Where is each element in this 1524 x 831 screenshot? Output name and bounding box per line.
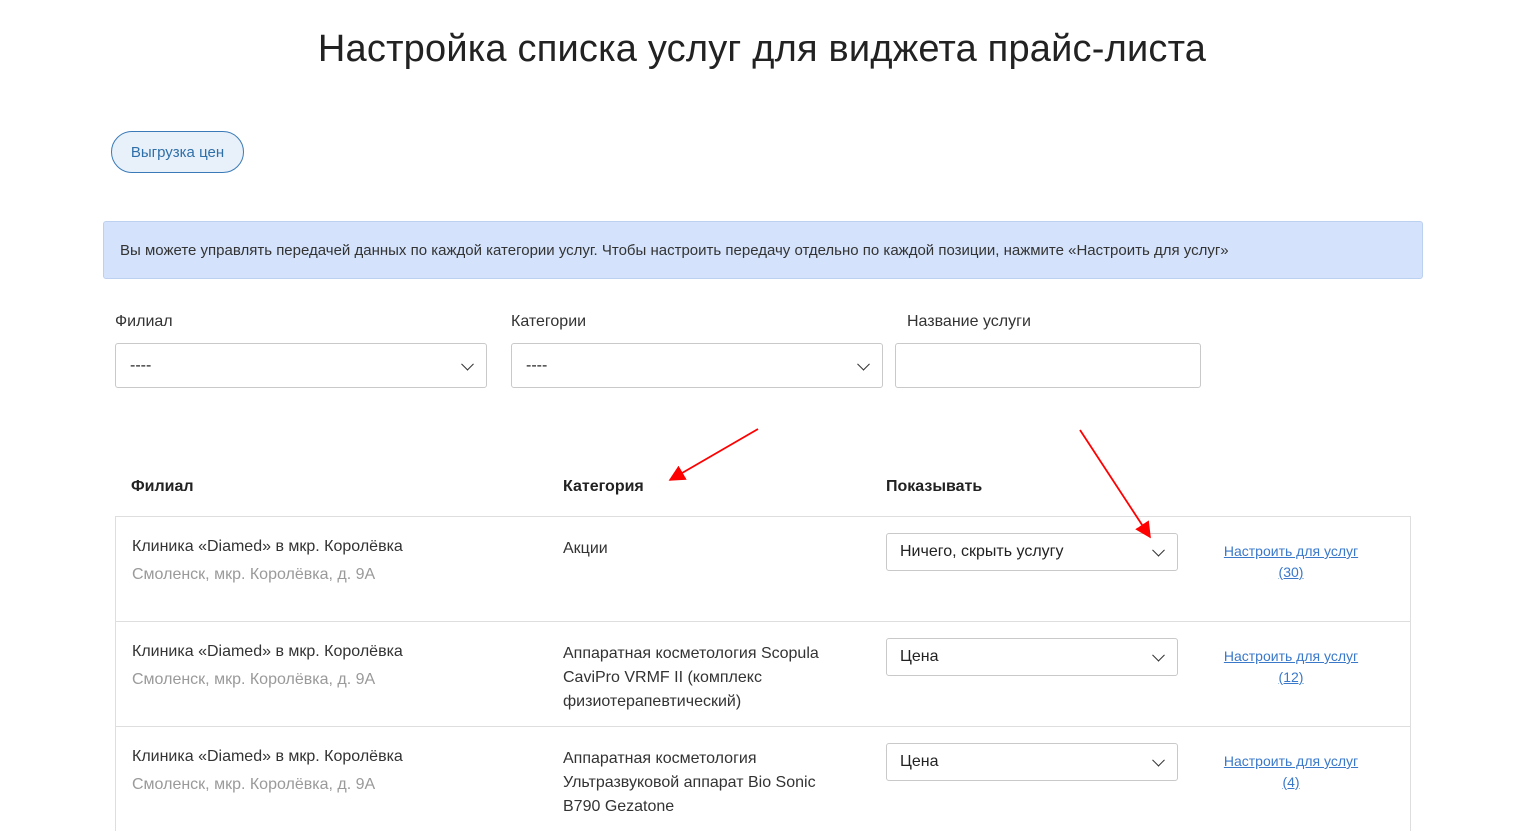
category-cell: Акции: [563, 540, 608, 557]
branch-filter-label: Филиал: [115, 313, 173, 330]
chevron-down-icon: [461, 357, 474, 371]
category-cell: Аппаратная косметология Scopula CaviPro …: [563, 645, 819, 710]
column-header-show: Показывать: [886, 478, 983, 495]
branch-name: Клиника «Diamed» в мкр. Королёвка: [132, 643, 403, 660]
page-title: Настройка списка услуг для виджета прайс…: [317, 28, 1207, 70]
show-select[interactable]: Цена: [886, 638, 1178, 676]
branch-filter-select[interactable]: ----: [115, 343, 487, 388]
branch-address: Смоленск, мкр. Королёвка, д. 9А: [132, 566, 376, 583]
configure-services-link[interactable]: Настроить для услуг (30): [1216, 541, 1366, 583]
table-row: Клиника «Diamed» в мкр. Королёвка Смолен…: [116, 622, 1410, 727]
configure-services-link[interactable]: Настроить для услуг (4): [1216, 751, 1366, 793]
branch-cell: Клиника «Diamed» в мкр. Королёвка Смолен…: [132, 640, 532, 692]
show-select-value: Цена: [900, 753, 939, 770]
category-filter-label: Категории: [511, 313, 587, 330]
configure-link-label: Настроить для услуг: [1223, 648, 1359, 664]
arrow-to-category-header: [668, 428, 759, 481]
branch-name: Клиника «Diamed» в мкр. Королёвка: [132, 538, 403, 555]
configure-link-count: (12): [1278, 669, 1304, 685]
column-header-branch: Филиал: [131, 478, 194, 495]
export-prices-button[interactable]: Выгрузка цен: [111, 131, 244, 173]
configure-link-label: Настроить для услуг: [1223, 753, 1359, 769]
column-header-category: Категория: [563, 478, 644, 495]
service-filter-label: Название услуги: [907, 313, 1031, 330]
configure-link-count: (4): [1282, 774, 1300, 790]
services-table: Клиника «Diamed» в мкр. Королёвка Смолен…: [115, 516, 1411, 831]
chevron-down-icon: [1152, 543, 1165, 557]
table-row: Клиника «Diamed» в мкр. Королёвка Смолен…: [116, 727, 1410, 831]
branch-filter-value: ----: [130, 356, 152, 374]
configure-link-count: (30): [1278, 564, 1304, 580]
branch-name: Клиника «Diamed» в мкр. Королёвка: [132, 748, 403, 765]
chevron-down-icon: [857, 357, 870, 371]
chevron-down-icon: [1152, 648, 1165, 662]
service-name-input[interactable]: [895, 343, 1201, 388]
branch-address: Смоленск, мкр. Королёвка, д. 9А: [132, 671, 376, 688]
category-filter-value: ----: [526, 356, 548, 374]
chevron-down-icon: [1152, 753, 1165, 767]
branch-cell: Клиника «Diamed» в мкр. Королёвка Смолен…: [132, 745, 532, 797]
show-select[interactable]: Цена: [886, 743, 1178, 781]
configure-link-label: Настроить для услуг: [1223, 543, 1359, 559]
branch-address: Смоленск, мкр. Королёвка, д. 9А: [132, 776, 376, 793]
table-row: Клиника «Diamed» в мкр. Королёвка Смолен…: [116, 517, 1410, 622]
show-select[interactable]: Ничего, скрыть услугу: [886, 533, 1178, 571]
category-filter-select[interactable]: ----: [511, 343, 883, 388]
show-select-value: Цена: [900, 648, 939, 665]
branch-cell: Клиника «Diamed» в мкр. Королёвка Смолен…: [132, 535, 532, 587]
info-banner: Вы можете управлять передачей данных по …: [103, 221, 1423, 279]
category-cell: Аппаратная косметология Ультразвуковой а…: [563, 750, 816, 815]
configure-services-link[interactable]: Настроить для услуг (12): [1216, 646, 1366, 688]
show-select-value: Ничего, скрыть услугу: [900, 543, 1064, 560]
